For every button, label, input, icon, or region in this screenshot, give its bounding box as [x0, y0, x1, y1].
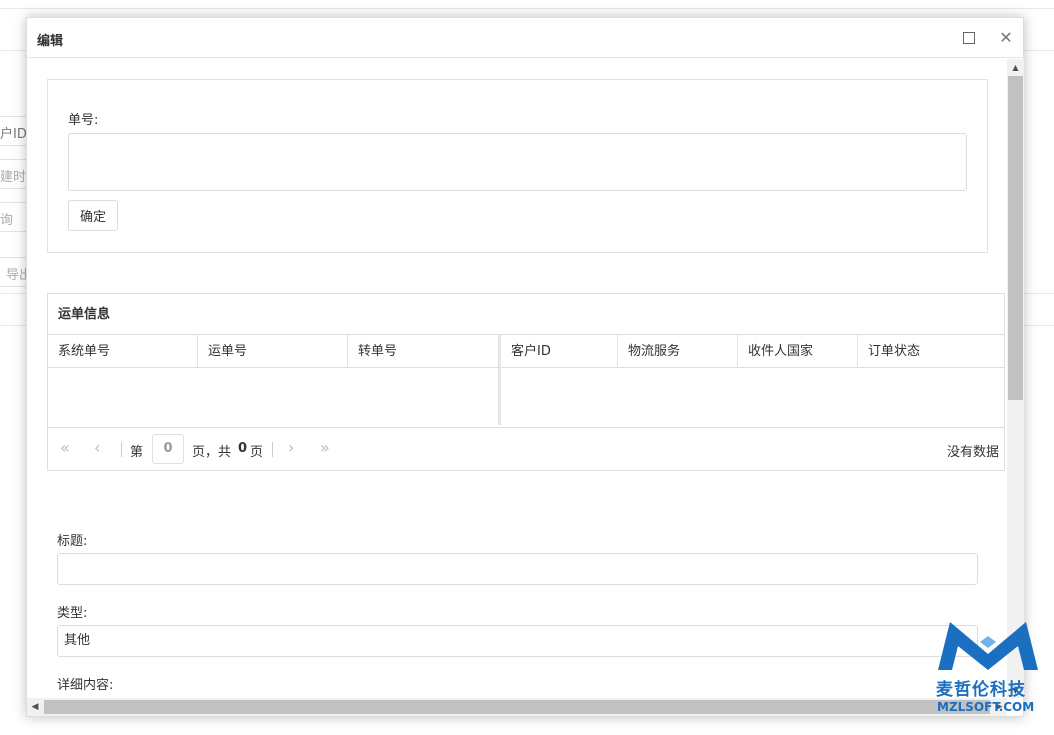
maximize-icon: [963, 32, 975, 44]
horizontal-scroll-thumb[interactable]: [44, 700, 990, 714]
last-page-icon[interactable]: »: [320, 438, 330, 457]
title-label: 标题:: [57, 534, 88, 549]
column-header[interactable]: 订单状态: [858, 335, 1004, 368]
vertical-scrollbar[interactable]: ▲ ▼: [1007, 59, 1024, 698]
page-number-input[interactable]: 0: [152, 434, 184, 464]
close-button[interactable]: ✕: [998, 30, 1014, 46]
order-number-label: 单号:: [68, 113, 99, 128]
waybill-grid: 运单信息 系统单号 运单号 转单号 客户ID 物流服务 收件人国家 订单状态 «…: [47, 293, 1005, 471]
brand-watermark: 麦哲伦科技 MZLSOFT.COM: [936, 620, 1042, 714]
brand-name-cn: 麦哲伦科技: [936, 680, 1026, 700]
scroll-up-icon[interactable]: ▲: [1007, 59, 1024, 75]
detail-label: 详细内容:: [57, 678, 114, 693]
pager-separator: [121, 442, 122, 457]
first-page-icon[interactable]: «: [60, 438, 70, 457]
bg-created-time-label: 建时: [0, 170, 27, 185]
bg-query-button-label: 询: [0, 213, 14, 228]
maximize-button[interactable]: [961, 30, 977, 46]
edit-dialog: 编辑 ✕ 单号: 确定 运单信息 系统单号 运单号 转单号 客户ID 物流服务 …: [26, 17, 1024, 717]
column-header[interactable]: 物流服务: [618, 335, 738, 368]
page-suffix: 页，共: [192, 445, 232, 460]
column-header[interactable]: 转单号: [348, 335, 498, 368]
horizontal-scrollbar[interactable]: ◀ ▶: [27, 698, 1007, 716]
bg-customer-id-label: 户ID: [0, 127, 27, 142]
column-header[interactable]: 收件人国家: [738, 335, 858, 368]
brand-name-en: MZLSOFT.COM: [937, 700, 1035, 714]
prev-page-icon[interactable]: ‹: [94, 438, 100, 457]
type-label: 类型:: [57, 606, 88, 621]
type-select[interactable]: 其他: [57, 625, 978, 657]
grid-title: 运单信息: [48, 294, 1004, 335]
dialog-header: 编辑 ✕: [27, 18, 1023, 58]
frozen-column-divider: [498, 335, 501, 425]
dialog-body: 单号: 确定 运单信息 系统单号 运单号 转单号 客户ID 物流服务 收件人国家…: [27, 59, 1007, 698]
next-page-icon[interactable]: ›: [288, 438, 294, 457]
dialog-title: 编辑: [37, 34, 64, 49]
column-header[interactable]: 系统单号: [48, 335, 198, 368]
order-number-textarea[interactable]: [68, 133, 967, 191]
bg-divider: [0, 8, 1054, 9]
confirm-button[interactable]: 确定: [68, 200, 118, 231]
grid-pager: « ‹ 第 0 页，共 0 页 › » 没有数据: [48, 427, 1004, 470]
vertical-scroll-thumb[interactable]: [1008, 76, 1023, 400]
grid-header-row: 系统单号 运单号 转单号 客户ID 物流服务 收件人国家 订单状态: [48, 335, 1004, 368]
empty-data-text: 没有数据: [946, 445, 999, 460]
column-header[interactable]: 客户ID: [498, 335, 618, 368]
pager-separator: [272, 442, 273, 457]
brand-logo-icon: [938, 622, 1038, 670]
page-prefix: 第: [130, 445, 144, 460]
close-icon: ✕: [999, 28, 1013, 47]
order-form-section: 单号: 确定: [47, 79, 988, 253]
total-pages: 0: [238, 441, 248, 456]
title-input[interactable]: [57, 553, 978, 585]
column-header[interactable]: 运单号: [198, 335, 348, 368]
scroll-left-icon[interactable]: ◀: [27, 698, 43, 716]
page-unit: 页: [250, 445, 264, 460]
